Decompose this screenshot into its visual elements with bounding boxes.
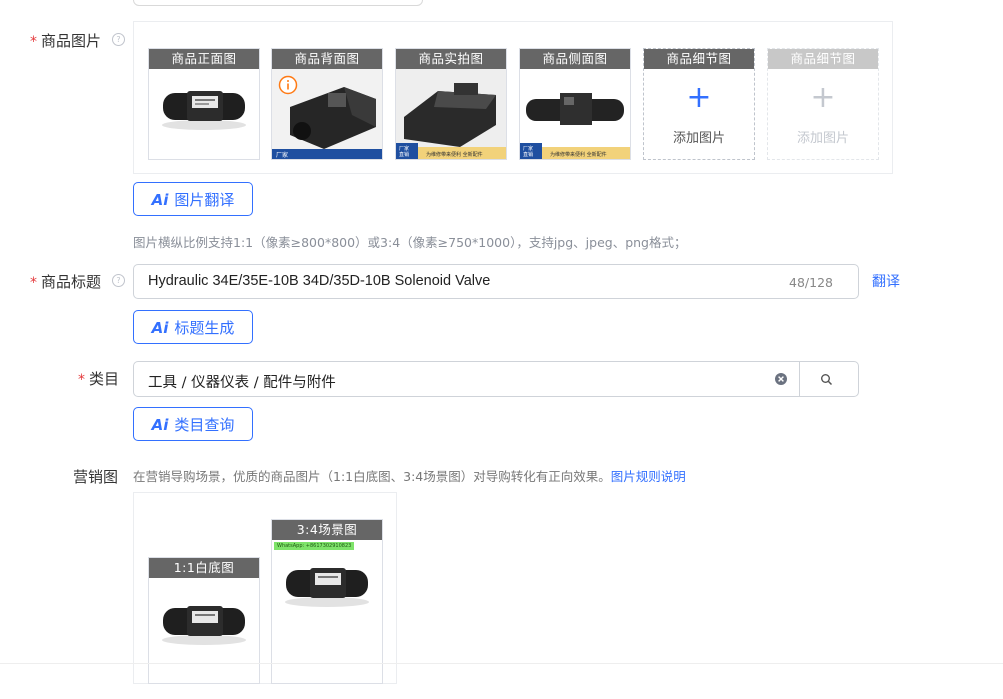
- ai-category-query-button[interactable]: Ai 类目查询: [133, 407, 253, 441]
- add-image-label: 添加图片: [672, 131, 725, 146]
- whatsapp-tag: WhatsApp: +8617302910823: [274, 542, 355, 550]
- category-value: 工具 / 仪器仪表 / 配件与附件: [148, 375, 336, 391]
- marketing-label: 营销图: [73, 468, 119, 486]
- image-card-detail-add-disabled[interactable]: 商品细节图 + 添加图片: [767, 48, 879, 160]
- category-select[interactable]: 工具 / 仪器仪表 / 配件与附件: [133, 361, 859, 397]
- ai-icon: Ai: [151, 416, 169, 434]
- translate-link[interactable]: 翻译: [872, 271, 900, 291]
- image-card-title: 商品侧面图: [520, 49, 630, 69]
- plus-icon: +: [686, 80, 712, 115]
- svg-text:为维修带来便利 全新配件: 为维修带来便利 全新配件: [550, 151, 607, 158]
- previous-field-edge: [133, 0, 423, 6]
- marketing-card-title: 3:4场景图: [272, 520, 382, 540]
- image-card-title: 商品背面图: [272, 49, 382, 69]
- image-format-hint: 图片横纵比例支持1:1（像素≥800*800）或3:4（像素≥750*1000）…: [133, 235, 687, 250]
- question-circle-icon[interactable]: ?: [112, 274, 125, 287]
- ai-icon: Ai: [151, 191, 169, 209]
- add-image-label: 添加图片: [796, 131, 849, 146]
- ai-icon: Ai: [151, 319, 169, 337]
- product-photo-real: 厂家 直销 为维修带来便利 全新配件: [396, 69, 506, 159]
- svg-text:直销: 直销: [399, 151, 409, 158]
- marketing-card-square[interactable]: 1:1白底图: [148, 557, 260, 684]
- title-label: * 商品标题: [30, 273, 102, 291]
- image-card-real[interactable]: 商品实拍图 厂家 直销 为维修带来便利 全新配件: [395, 48, 507, 160]
- marketing-card-title: 1:1白底图: [149, 558, 259, 578]
- svg-text:厂家: 厂家: [523, 145, 533, 152]
- image-card-title: 商品细节图: [768, 49, 878, 69]
- image-rules-link[interactable]: 图片规则说明: [611, 469, 686, 484]
- marketing-card-scene[interactable]: 3:4场景图 WhatsApp: +8617302910823: [271, 519, 383, 684]
- ai-image-translate-button[interactable]: Ai 图片翻译: [133, 182, 253, 216]
- image-card-front[interactable]: 商品正面图: [148, 48, 260, 160]
- search-icon[interactable]: [820, 373, 833, 386]
- title-char-counter: 48/128: [789, 275, 833, 290]
- category-label: * 类目: [78, 370, 120, 388]
- info-circle-icon: [278, 75, 298, 95]
- field-divider: [799, 362, 800, 396]
- product-photo-side: 厂家 直销 为维修带来便利 全新配件: [520, 69, 630, 159]
- svg-text:厂家: 厂家: [399, 145, 409, 152]
- svg-text:为维修带来便利 全新配件: 为维修带来便利 全新配件: [426, 151, 483, 158]
- title-input[interactable]: Hydraulic 34E/35E-10B 34D/35D-10B Soleno…: [133, 264, 859, 299]
- bottom-divider: [0, 663, 1003, 664]
- image-card-title: 商品正面图: [149, 49, 259, 69]
- ai-title-generate-button[interactable]: Ai 标题生成: [133, 310, 253, 344]
- clear-circle-icon[interactable]: [774, 372, 788, 386]
- svg-text:直销: 直销: [523, 151, 533, 158]
- product-photo-front: [149, 69, 259, 159]
- image-card-side[interactable]: 商品侧面图 厂家 直销 为维修带来便利 全新配件: [519, 48, 631, 160]
- plus-icon: +: [810, 80, 836, 115]
- question-circle-icon[interactable]: ?: [112, 33, 125, 46]
- title-input-value: Hydraulic 34E/35E-10B 34D/35D-10B Soleno…: [148, 273, 491, 289]
- product-photo-scene: [272, 554, 382, 679]
- marketing-hint: 在营销导购场景，优质的商品图片（1:1白底图、3:4场景图）对导购转化有正向效果…: [133, 469, 686, 484]
- svg-text:厂家: 厂家: [276, 151, 288, 159]
- image-card-title: 商品实拍图: [396, 49, 506, 69]
- image-card-back[interactable]: 商品背面图 厂家: [271, 48, 383, 160]
- product-images-label: * 商品图片: [30, 32, 102, 50]
- image-card-detail-add[interactable]: 商品细节图 + 添加图片: [643, 48, 755, 160]
- image-card-title: 商品细节图: [644, 49, 754, 69]
